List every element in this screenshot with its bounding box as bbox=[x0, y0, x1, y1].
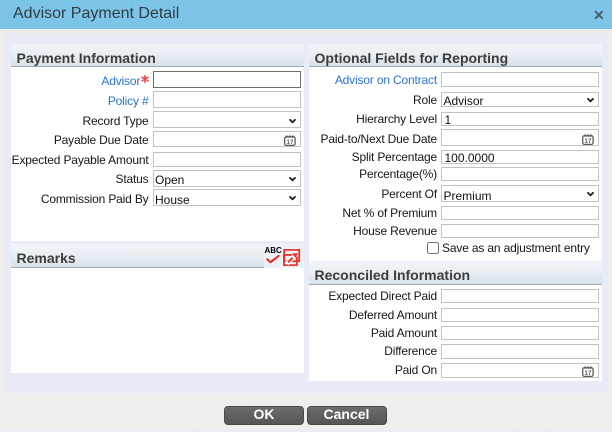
svg-text:17: 17 bbox=[584, 369, 591, 376]
svg-text:17: 17 bbox=[286, 139, 293, 146]
svg-text:17: 17 bbox=[584, 138, 591, 145]
